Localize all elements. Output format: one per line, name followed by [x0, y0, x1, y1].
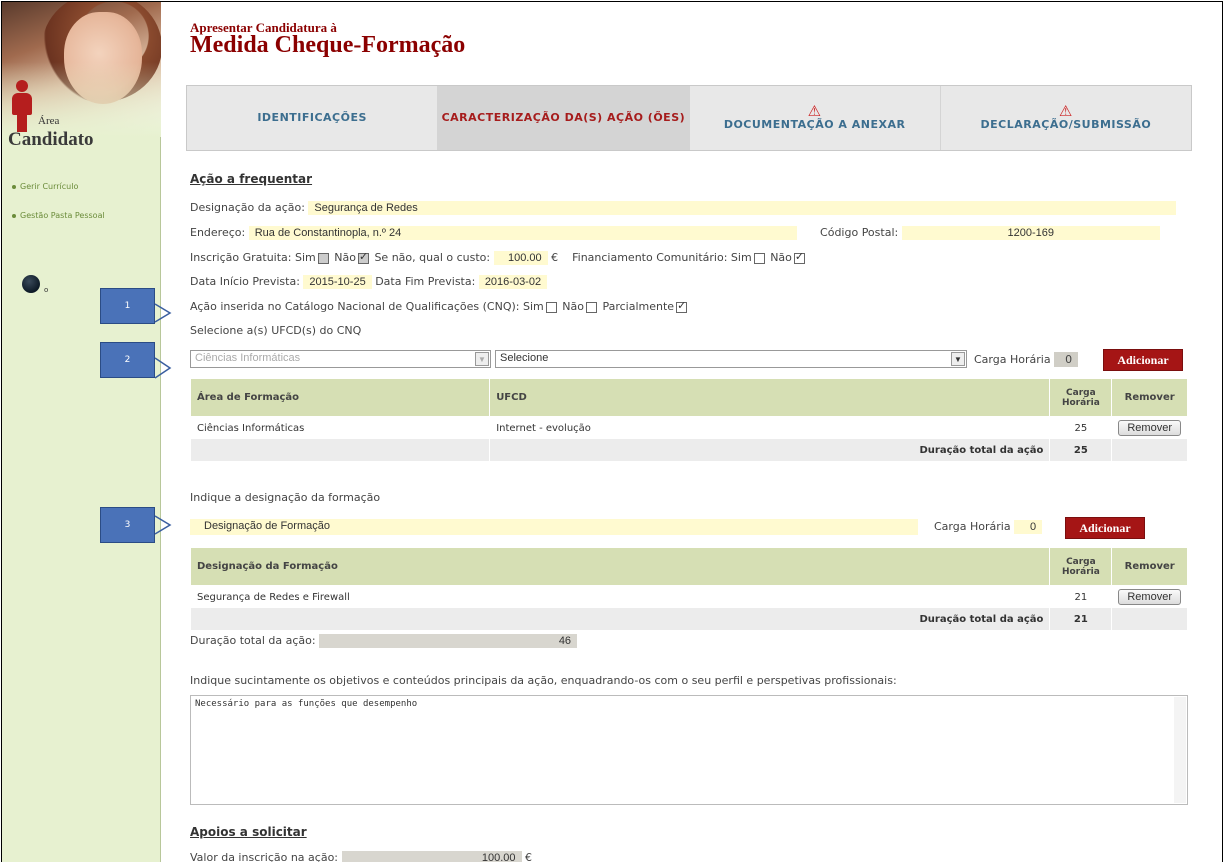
- callout-3: 3: [100, 507, 155, 543]
- callout-1: 1: [100, 288, 155, 324]
- page-frame: Área Candidato Gerir Currículo Gestão Pa…: [1, 1, 1223, 862]
- callout-arrows: [154, 303, 172, 535]
- callout-2: 2: [100, 342, 155, 378]
